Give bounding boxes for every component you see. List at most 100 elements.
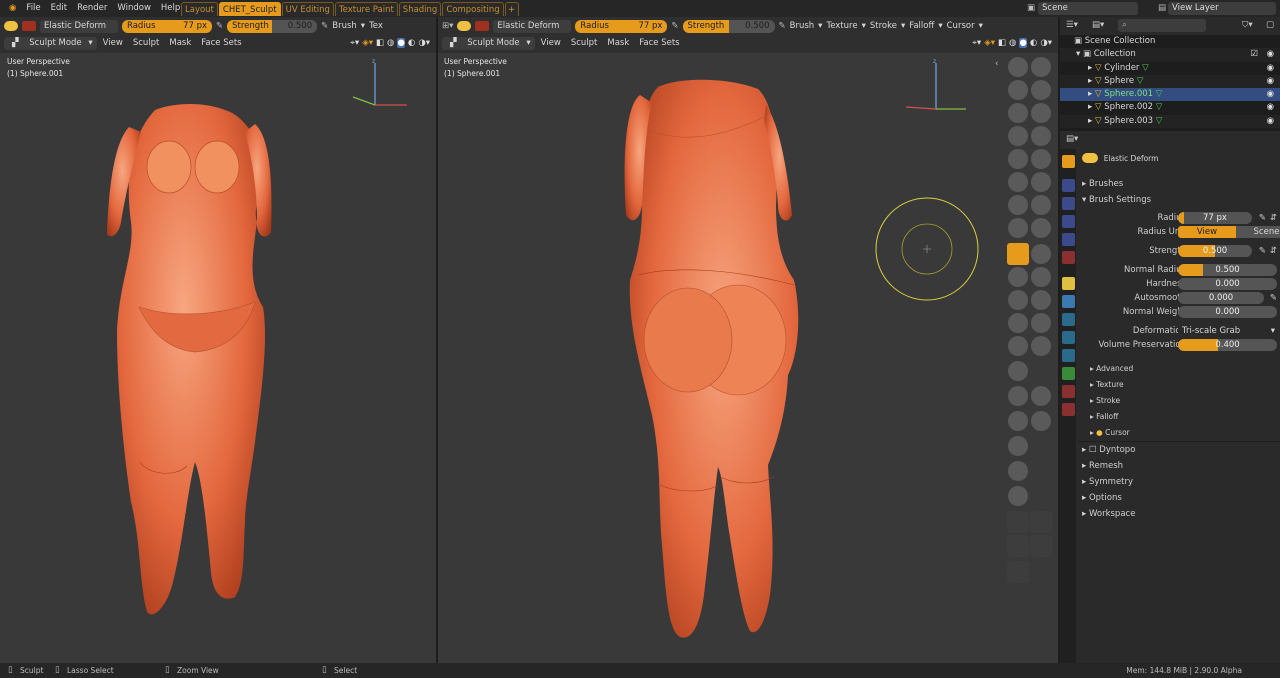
pin-icon[interactable]: ⇵ [1270, 245, 1277, 258]
strength-field[interactable]: Strength 0.500 [682, 19, 775, 33]
properties-editor-icon[interactable]: ▤▾ [1066, 134, 1078, 144]
texture-tab-icon[interactable] [1062, 403, 1075, 416]
outliner-search-input[interactable]: ⌕ [1118, 19, 1206, 32]
tool-elastic-deform-icon[interactable] [1007, 243, 1029, 265]
data-tab-icon[interactable] [1062, 367, 1075, 380]
constraints-tab-icon[interactable] [1062, 349, 1075, 362]
menu-sculpt[interactable]: Sculpt [129, 38, 164, 48]
texture-menu[interactable]: Tex [369, 21, 383, 31]
hardness-slider[interactable]: 0.000 [1178, 278, 1277, 290]
eye-icon[interactable]: ◉ [1267, 101, 1274, 114]
transform-icon[interactable] [1030, 535, 1052, 557]
radius-unit-scene-button[interactable]: Scene [1236, 226, 1280, 238]
subpanel-falloff[interactable]: ▸ Falloff [1090, 412, 1118, 421]
tool-nudge-icon[interactable] [1008, 290, 1028, 310]
radius-unit-view-button[interactable]: View [1178, 226, 1236, 238]
brush-icon[interactable] [4, 21, 18, 31]
tool-multiplane-scrape-icon[interactable] [1031, 195, 1051, 215]
tool-smooth-icon[interactable] [1031, 149, 1051, 169]
panel-brush-settings[interactable]: ▾ Brush Settings [1082, 195, 1151, 205]
tab-uv-editing[interactable]: UV Editing [281, 2, 334, 16]
radius-slider[interactable]: 77 px [1178, 212, 1252, 224]
header-menu-falloff[interactable]: Falloff [909, 21, 934, 31]
tool-box-trim-icon[interactable] [1031, 411, 1051, 431]
render-tab-icon[interactable] [1062, 179, 1075, 192]
move-icon[interactable] [1007, 511, 1029, 533]
panel-symmetry[interactable]: ▸ Symmetry [1082, 477, 1133, 487]
outliner-item-cylinder[interactable]: ▸ ▽ Cylinder ▽ ◉ [1060, 62, 1280, 75]
mode-selector[interactable]: ▞ Sculpt Mode ▾ [4, 36, 97, 50]
tool-thumb-icon[interactable] [1008, 267, 1028, 287]
eye-icon[interactable]: ◉ [1267, 62, 1274, 75]
menu-mask[interactable]: Mask [603, 38, 633, 48]
tool-mask-icon[interactable] [1008, 361, 1028, 381]
add-workspace-button[interactable]: + [504, 2, 519, 16]
radius-field[interactable]: Radius 77 px [575, 19, 668, 33]
outliner-item-scene-collection[interactable]: ▣ Scene Collection [1060, 35, 1280, 48]
outliner-item-sphere[interactable]: ▸ ▽ Sphere ▽ ◉ [1060, 74, 1280, 89]
axis-gizmo[interactable]: z [900, 57, 970, 127]
tool-snake-hook-icon[interactable] [1031, 244, 1051, 264]
tool-pose-icon[interactable] [1031, 267, 1051, 287]
tool-clay-icon[interactable] [1008, 80, 1028, 100]
tab-chet-sculpt[interactable]: CHET_Sculpt [218, 2, 281, 16]
tool-tab-icon[interactable] [1062, 155, 1075, 168]
header-menu-cursor[interactable]: Cursor [947, 21, 975, 31]
brush-icon[interactable] [457, 21, 472, 31]
tool-draw-icon[interactable] [1008, 57, 1028, 77]
scene-tab-icon[interactable] [1062, 233, 1075, 246]
tool-rotate-icon[interactable] [1031, 290, 1051, 310]
pressure-icon[interactable]: ✎ [321, 21, 328, 31]
overlay-icon[interactable]: ◈▾ [362, 38, 373, 48]
tool-cloth-filter-icon[interactable] [1008, 461, 1028, 481]
shading-rendered-icon[interactable]: ◑▾ [1040, 38, 1052, 48]
outliner-item-sphere-002[interactable]: ▸ ▽ Sphere.002 ▽ ◉ [1060, 101, 1280, 114]
eye-icon[interactable]: ◉ [1267, 115, 1274, 128]
viewport-gizmo-icon[interactable]: ⌖▾ [350, 38, 359, 48]
strength-field[interactable]: Strength 0.500 [227, 19, 318, 33]
subpanel-cursor[interactable]: ▸ ● Cursor [1090, 428, 1130, 437]
menu-sculpt[interactable]: Sculpt [567, 38, 602, 48]
brush-color-icon[interactable] [475, 21, 490, 31]
tool-pinch-icon[interactable] [1008, 218, 1028, 238]
tool-clay-strips-icon[interactable] [1031, 80, 1051, 100]
outliner-item-sphere-003[interactable]: ▸ ▽ Sphere.003 ▽ ◉ [1060, 114, 1280, 129]
checkbox-icon[interactable]: ☐ [1089, 445, 1099, 455]
overlay-icon[interactable]: ◈▾ [984, 38, 995, 48]
outliner-item-sphere-001[interactable]: ▸ ▽ Sphere.001 ▽ ◉ [1060, 88, 1280, 102]
sidebar-toggle-icon[interactable]: ‹ [995, 59, 998, 69]
subpanel-advanced[interactable]: ▸ Advanced [1090, 364, 1133, 373]
tool-boundary-icon[interactable] [1031, 313, 1051, 333]
tool-mesh-filter-icon[interactable] [1008, 436, 1028, 456]
tab-texture-paint[interactable]: Texture Paint [334, 2, 398, 16]
particles-tab-icon[interactable] [1062, 313, 1075, 326]
menu-face-sets[interactable]: Face Sets [635, 38, 683, 48]
eye-icon[interactable]: ◉ [1267, 88, 1274, 101]
menu-edit[interactable]: Edit [46, 0, 72, 17]
scene-icon[interactable]: ▣ [1027, 3, 1035, 13]
panel-options[interactable]: ▸ Options [1082, 493, 1122, 503]
brush-menu[interactable]: Brush [332, 21, 357, 31]
physics-tab-icon[interactable] [1062, 331, 1075, 344]
shading-material-icon[interactable]: ◐ [1030, 38, 1037, 48]
brush-name-field[interactable]: Elastic Deform [40, 19, 118, 33]
scene-selector[interactable]: Scene [1038, 2, 1138, 15]
deformation-dropdown[interactable]: Tri-scale Grab ▾ [1178, 325, 1277, 337]
tool-box-mask-icon[interactable] [1031, 386, 1051, 406]
tool-blob-icon[interactable] [1031, 126, 1051, 146]
header-menu-brush[interactable]: Brush [790, 21, 815, 31]
menu-file[interactable]: File [21, 0, 45, 17]
xray-icon[interactable]: ◧ [998, 38, 1006, 48]
tab-shading[interactable]: Shading [398, 2, 442, 16]
tool-fill-icon[interactable] [1031, 172, 1051, 192]
pressure-icon[interactable]: ✎ [779, 21, 786, 31]
viewport-left[interactable]: Elastic Deform Radius 77 px ✎ Strength 0… [0, 17, 436, 663]
axis-gizmo[interactable]: z [345, 57, 415, 127]
pressure-icon[interactable]: ✎ [1270, 292, 1277, 305]
subpanel-texture[interactable]: ▸ Texture [1090, 380, 1124, 389]
editor-type-icon[interactable]: ⊞▾ [442, 21, 453, 31]
tool-draw-sharp-icon[interactable] [1031, 57, 1051, 77]
header-menu-texture[interactable]: Texture [826, 21, 857, 31]
shading-wireframe-icon[interactable]: ◍ [387, 38, 394, 48]
blender-logo-icon[interactable]: ◉ [4, 0, 21, 17]
